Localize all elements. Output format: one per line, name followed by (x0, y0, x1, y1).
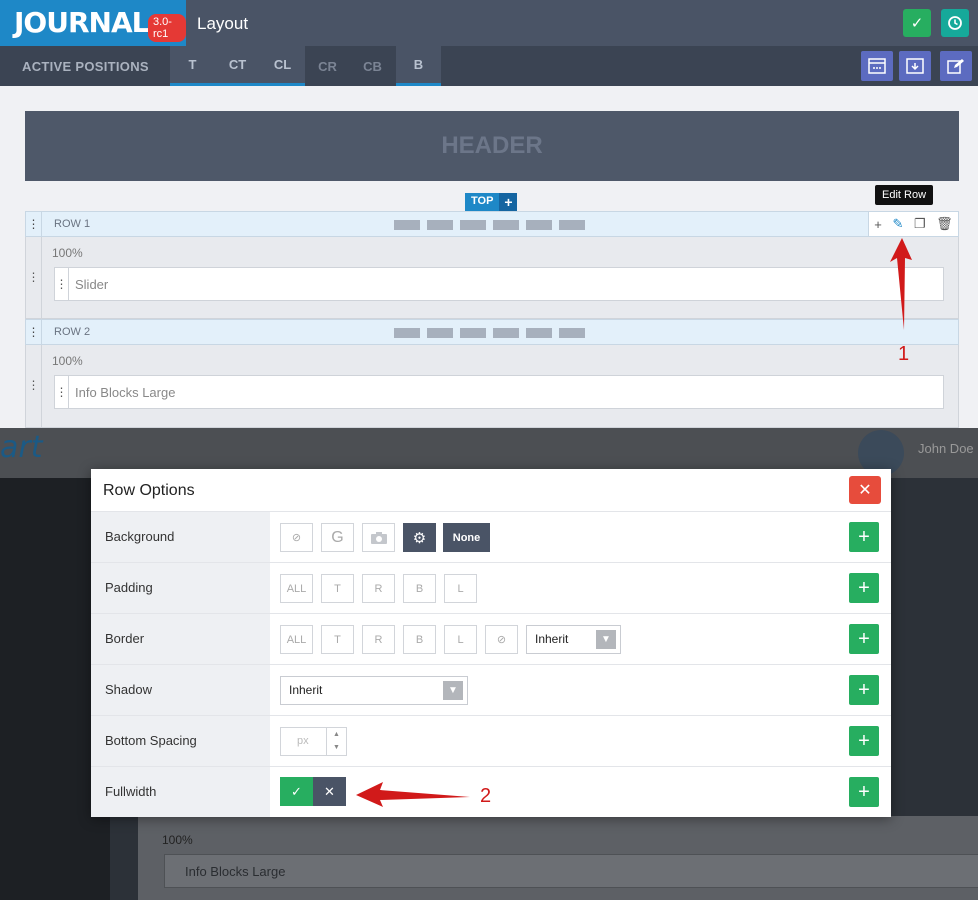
annotation-number: 2 (480, 785, 492, 807)
annotation-arrows (356, 238, 912, 807)
arrow-left-icon (356, 782, 470, 807)
annotation-number: 1 (898, 343, 910, 365)
arrow-up-icon (890, 238, 912, 330)
